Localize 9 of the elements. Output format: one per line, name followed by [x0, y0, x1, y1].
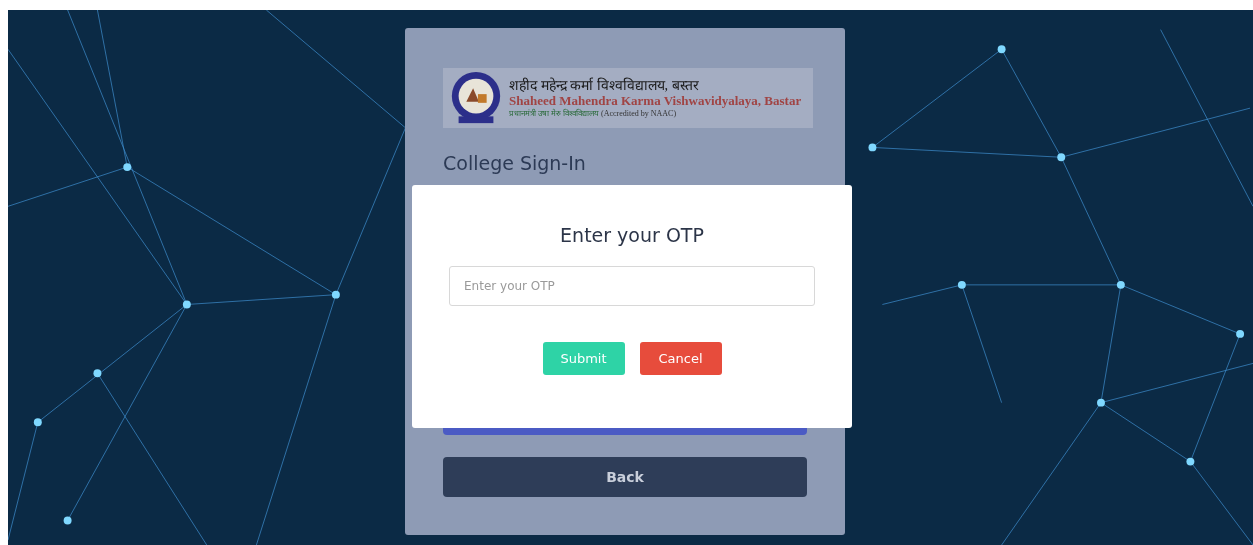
- otp-input-field[interactable]: Enter your OTP: [449, 266, 815, 306]
- back-button[interactable]: Back: [443, 457, 807, 497]
- university-english-name: Shaheed Mahendra Karma Vishwavidyalaya, Bastar: [509, 94, 802, 108]
- form-title: College Sign-In: [443, 152, 587, 174]
- tagline-hindi: प्रधानमंत्री उषा मेरु विश्वविद्यालय: [509, 108, 599, 118]
- dialog-title: Enter your OTP: [560, 224, 704, 246]
- accreditation-text: (Accredited by NAAC): [601, 108, 677, 118]
- university-hindi-name: शहीद महेन्द्र कर्मा विश्वविद्यालय, बस्तर: [509, 77, 700, 94]
- cancel-button[interactable]: Cancel: [639, 342, 722, 375]
